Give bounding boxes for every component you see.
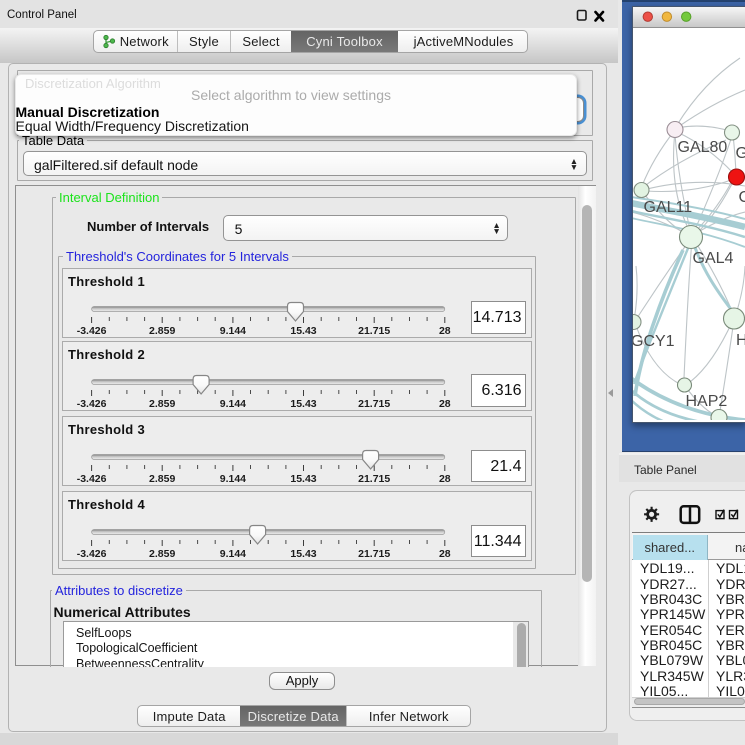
svg-text:HAP2: HAP2: [686, 393, 728, 410]
svg-text:28: 28: [439, 325, 451, 337]
svg-text:15.43: 15.43: [290, 473, 316, 485]
svg-text:2.859: 2.859: [149, 398, 175, 410]
svg-text:9.144: 9.144: [220, 325, 246, 337]
svg-text:2.859: 2.859: [149, 548, 175, 560]
svg-text:15.43: 15.43: [290, 398, 316, 410]
svg-text:GAL80: GAL80: [678, 139, 728, 156]
svg-text:21.715: 21.715: [358, 325, 390, 337]
svg-text:15.43: 15.43: [290, 548, 316, 560]
svg-text:C: C: [739, 189, 745, 206]
svg-text:-3.426: -3.426: [77, 325, 107, 337]
svg-text:9.144: 9.144: [220, 398, 246, 410]
svg-text:GAL4: GAL4: [693, 250, 734, 267]
svg-text:2.859: 2.859: [149, 473, 175, 485]
svg-text:21.715: 21.715: [358, 473, 390, 485]
svg-text:15.43: 15.43: [290, 325, 316, 337]
svg-text:GAL11: GAL11: [644, 199, 693, 216]
svg-text:-3.426: -3.426: [77, 548, 107, 560]
svg-text:28: 28: [439, 548, 451, 560]
svg-text:28: 28: [439, 398, 451, 410]
svg-text:28: 28: [439, 473, 451, 485]
svg-text:H: H: [736, 332, 745, 349]
svg-text:2.859: 2.859: [149, 325, 175, 337]
svg-text:21.715: 21.715: [358, 398, 390, 410]
svg-text:GA: GA: [736, 145, 745, 162]
svg-text:-3.426: -3.426: [77, 398, 107, 410]
svg-text:-3.426: -3.426: [77, 473, 107, 485]
svg-text:GCY1: GCY1: [633, 333, 675, 350]
svg-text:21.715: 21.715: [358, 548, 390, 560]
svg-text:9.144: 9.144: [220, 548, 246, 560]
svg-text:9.144: 9.144: [220, 473, 246, 485]
